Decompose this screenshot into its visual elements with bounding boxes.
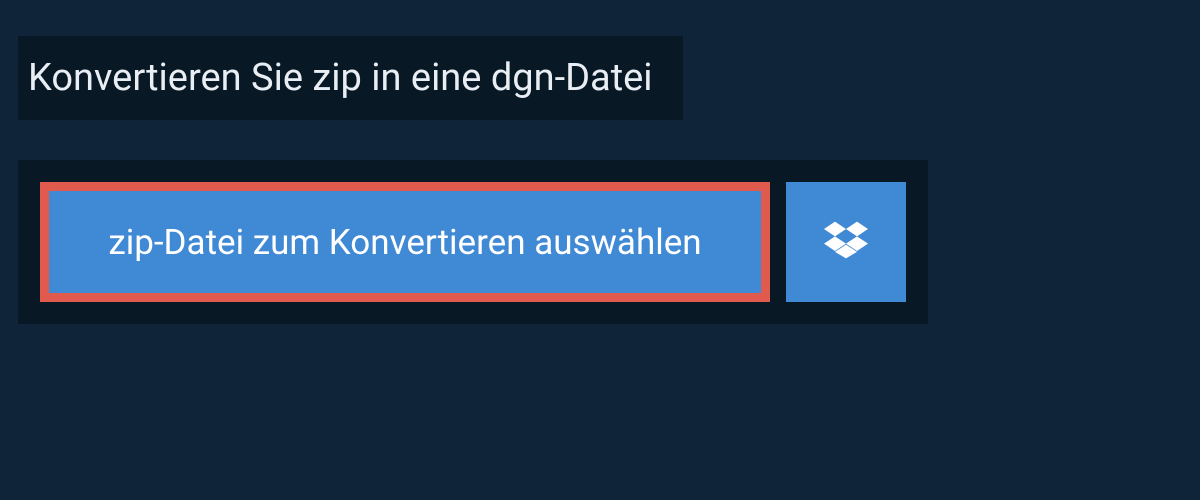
page-title: Konvertieren Sie zip in eine dgn-Datei (18, 36, 683, 120)
dropbox-icon (824, 218, 868, 266)
dropbox-button[interactable] (786, 182, 906, 302)
select-file-button-label: zip-Datei zum Konvertieren auswählen (108, 222, 701, 263)
action-panel: zip-Datei zum Konvertieren auswählen (18, 160, 928, 324)
select-file-button[interactable]: zip-Datei zum Konvertieren auswählen (40, 182, 770, 302)
page-title-text: Konvertieren Sie zip in eine dgn-Datei (28, 56, 653, 100)
